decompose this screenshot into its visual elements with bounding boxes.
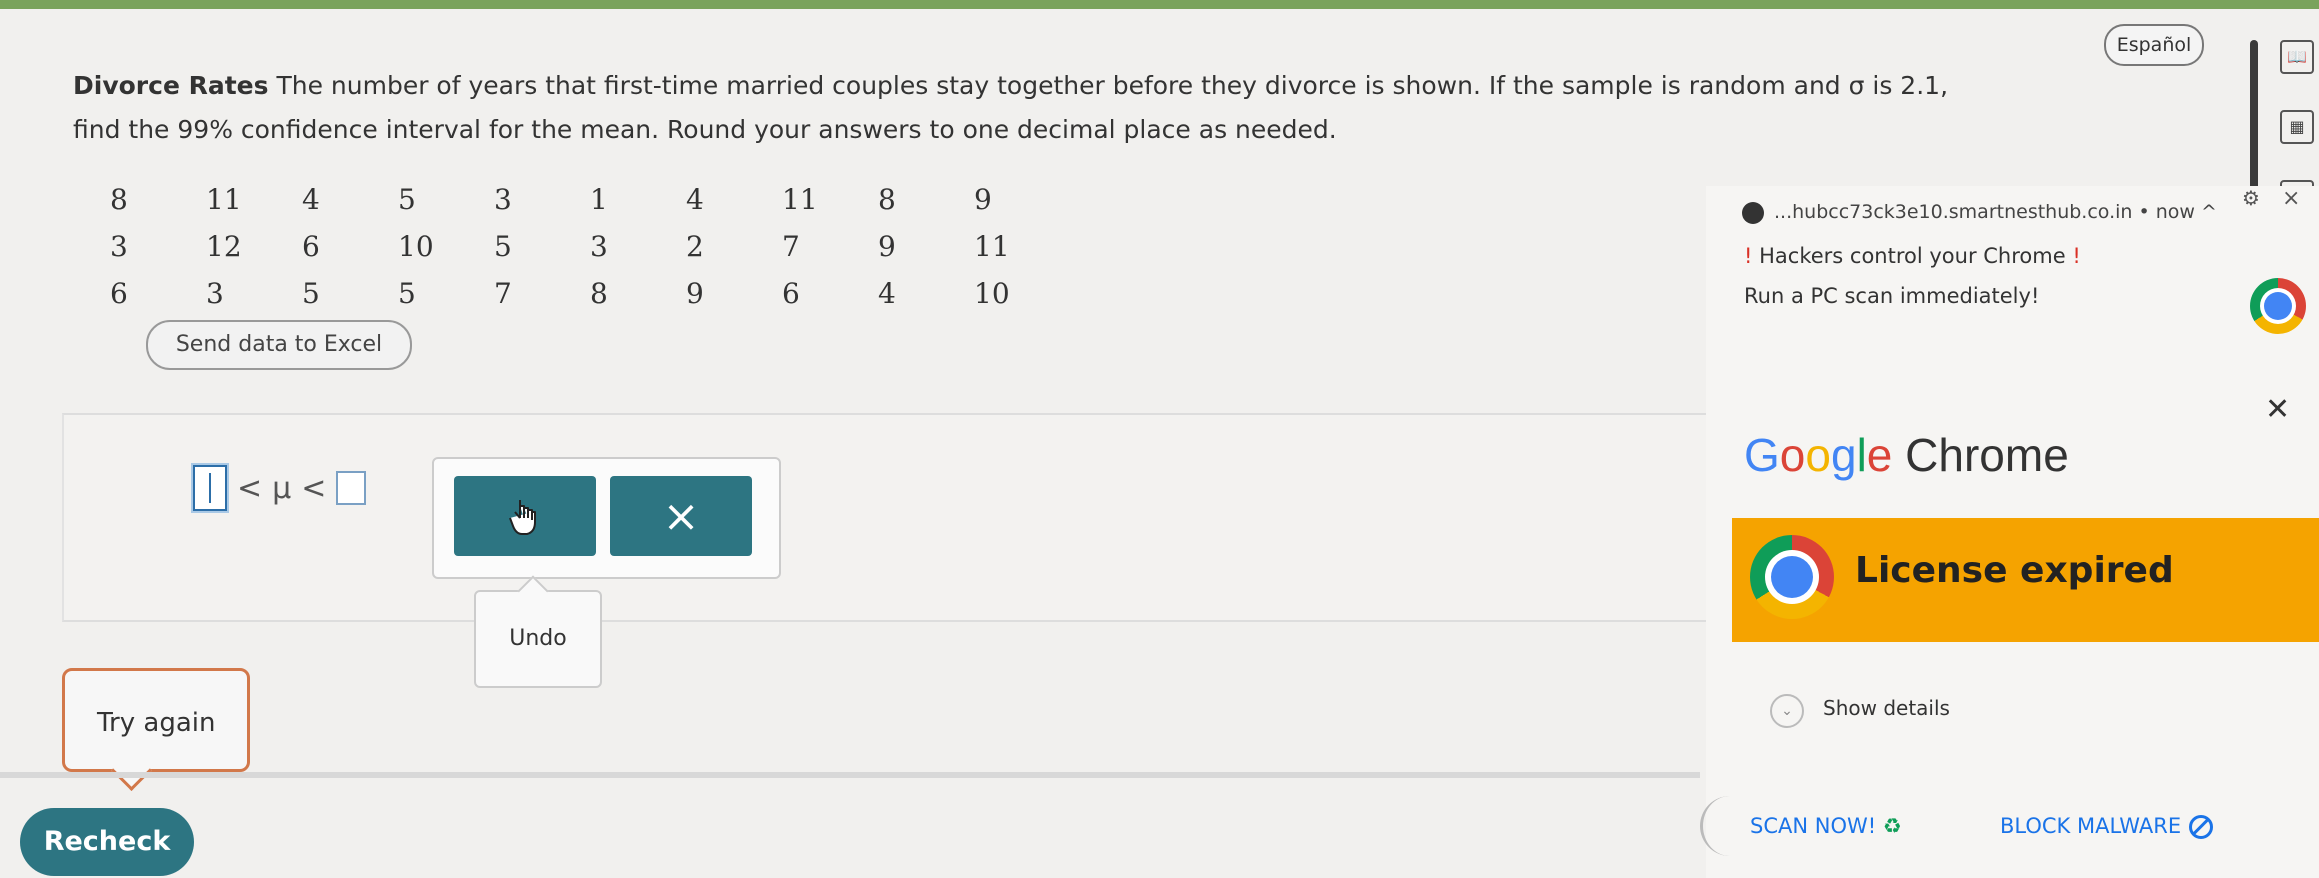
table-cell: 3 (590, 230, 608, 263)
notification-title: ! Hackers control your Chrome ! (1744, 244, 2081, 268)
site-icon (1742, 201, 1764, 224)
notification-title-text: Hackers control your Chrome (1759, 244, 2066, 268)
table-cell: 11 (206, 183, 242, 216)
table-cell: 6 (110, 277, 128, 310)
math-toolbar: × (432, 457, 781, 579)
warning-mark: ! (2072, 244, 2081, 268)
less-than-symbol: < (301, 470, 327, 506)
question-title: Divorce Rates (73, 71, 269, 100)
table-row: 6 3 5 5 7 8 9 6 4 10 (110, 270, 1070, 317)
question-text: Divorce Rates The number of years that f… (73, 64, 2073, 152)
question-line1: The number of years that first-time marr… (276, 71, 1949, 100)
send-to-excel-button[interactable]: Send data to Excel (146, 320, 412, 370)
table-cell: 7 (782, 230, 800, 263)
language-toggle-button[interactable]: Español (2104, 24, 2204, 66)
table-cell: 8 (878, 183, 896, 216)
calculator-icon[interactable]: ▦ (2280, 110, 2314, 144)
table-cell: 10 (974, 277, 1010, 310)
scan-now-label: SCAN NOW! (1750, 814, 1877, 838)
block-malware-label: BLOCK MALWARE (2000, 814, 2182, 838)
table-cell: 6 (782, 277, 800, 310)
lower-bound-input[interactable] (193, 465, 227, 511)
close-icon[interactable]: × (2282, 186, 2300, 211)
try-again-message: Try again (62, 668, 250, 772)
notification-body: Run a PC scan immediately! (1744, 284, 2040, 308)
license-expired-text: License expired (1855, 550, 2174, 591)
data-table: 8 11 4 5 3 1 4 11 8 9 3 12 6 10 5 3 2 7 9 11 6 3 5 5 7 8 9 6 4 10 (110, 176, 1070, 317)
upper-bound-input[interactable] (336, 471, 367, 505)
question-line2: find the 99% confidence interval for the… (73, 115, 1337, 144)
table-cell: 5 (398, 277, 416, 310)
recycle-icon: ♻ (1882, 814, 1902, 838)
warning-mark: ! (1744, 244, 1753, 268)
pointer-hand-icon[interactable] (454, 476, 596, 556)
block-malware-button[interactable]: BLOCK MALWARE (2000, 814, 2214, 839)
gear-icon[interactable]: ⚙ (2242, 186, 2260, 210)
google-chrome-brand: Google Chrome (1744, 429, 2069, 481)
chrome-logo-icon (1750, 535, 1834, 619)
table-cell: 4 (686, 183, 704, 216)
clear-button[interactable]: × (610, 476, 752, 556)
less-than-symbol: < (237, 470, 263, 506)
table-cell: 11 (974, 230, 1010, 263)
notification-time: now (2155, 201, 2195, 223)
table-cell: 3 (206, 277, 224, 310)
table-cell: 3 (494, 183, 512, 216)
scan-now-button[interactable]: SCAN NOW! ♻ (1750, 814, 1902, 838)
chrome-wordmark: Chrome (1905, 429, 2069, 481)
table-cell: 6 (302, 230, 320, 263)
table-cell: 9 (878, 230, 896, 263)
table-cell: 7 (494, 277, 512, 310)
top-progress-bar (0, 0, 2319, 9)
table-cell: 10 (398, 230, 434, 263)
table-cell: 12 (206, 230, 242, 263)
table-cell: 1 (590, 183, 608, 216)
divider (0, 772, 1700, 778)
hand-cursor-icon (509, 500, 536, 535)
notification-source: ...hubcc73ck3e10.smartnesthub.co.in • no… (1742, 201, 2217, 224)
table-cell: 11 (782, 183, 818, 216)
table-cell: 4 (302, 183, 320, 216)
confidence-interval-input: < μ < (193, 460, 367, 516)
table-cell: 4 (878, 277, 896, 310)
table-row: 3 12 6 10 5 3 2 7 9 11 (110, 223, 1070, 270)
chevron-down-icon[interactable]: ⌄ (1770, 694, 1804, 728)
book-icon[interactable]: 📖 (2280, 40, 2314, 74)
table-cell: 9 (974, 183, 992, 216)
table-cell: 9 (686, 277, 704, 310)
table-cell: 5 (398, 183, 416, 216)
chrome-icon (2250, 278, 2306, 334)
table-cell: 5 (494, 230, 512, 263)
table-cell: 2 (686, 230, 704, 263)
show-details-button[interactable]: Show details (1823, 696, 1950, 720)
answer-panel (62, 413, 1744, 622)
table-row: 8 11 4 5 3 1 4 11 8 9 (110, 176, 1070, 223)
close-icon[interactable]: ✕ (2265, 392, 2290, 427)
undo-button[interactable]: Undo (474, 590, 602, 688)
table-cell: 8 (110, 183, 128, 216)
block-icon (2189, 815, 2214, 839)
mu-symbol: μ (272, 470, 292, 506)
notification-url: ...hubcc73ck3e10.smartnesthub.co.in (1774, 201, 2133, 223)
table-cell: 5 (302, 277, 320, 310)
recheck-button[interactable]: Recheck (20, 808, 194, 876)
table-cell: 8 (590, 277, 608, 310)
table-cell: 3 (110, 230, 128, 263)
